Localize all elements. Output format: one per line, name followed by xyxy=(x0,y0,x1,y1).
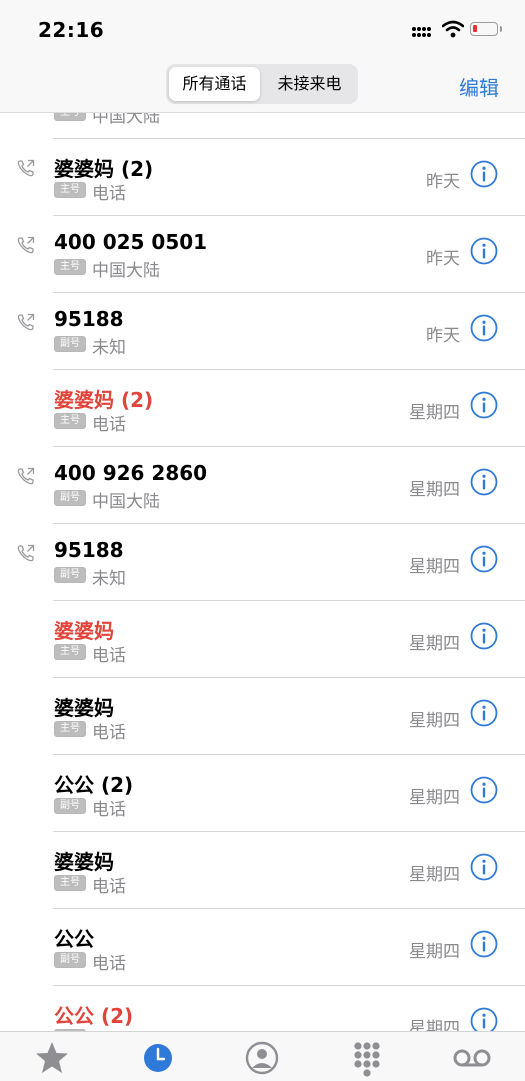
status-bar: 22:16 xyxy=(0,0,525,60)
outgoing-call-icon xyxy=(17,313,35,331)
call-row[interactable]: 400 926 2860 副号 中国大陆 星期四 xyxy=(0,447,525,524)
line-badge: 主号 xyxy=(54,644,86,660)
recents-clock-icon[interactable] xyxy=(138,1038,178,1078)
battery-level xyxy=(473,25,477,32)
list-item-partial[interactable]: 主号 中国大陆 xyxy=(0,113,525,139)
caller-name: 95188 xyxy=(54,538,124,562)
call-subtitle: 电话 xyxy=(92,184,126,204)
line-badge: 主号 xyxy=(54,182,86,198)
call-row[interactable]: 婆婆妈 主号 电话 星期四 xyxy=(0,601,525,678)
caller-name: 公公 xyxy=(54,927,94,951)
edit-button[interactable]: 编辑 xyxy=(459,72,499,101)
cellular-signal-icon xyxy=(412,26,432,40)
caller-name: 400 025 0501 xyxy=(54,230,208,254)
call-subtitle: 电话 xyxy=(92,954,126,974)
line-badge: 副号 xyxy=(54,567,86,583)
call-date: 昨天 xyxy=(426,249,460,269)
call-row[interactable]: 婆婆妈 主号 电话 星期四 xyxy=(0,678,525,755)
recents-list[interactable]: 主号 中国大陆 婆婆妈 (2)主号电话昨天400 025 0501主号中国大陆昨… xyxy=(0,113,525,1031)
call-filter-segmented-control: 所有通话 未接来电 xyxy=(166,64,358,104)
caller-name: 400 926 2860 xyxy=(54,461,208,485)
call-date: 昨天 xyxy=(426,172,460,192)
call-row[interactable]: 95188 副号 未知 星期四 xyxy=(0,524,525,601)
call-row[interactable]: 公公 副号 电话 星期四 xyxy=(0,909,525,986)
tab-bar xyxy=(0,1031,525,1081)
call-subtitle: 中国大陆 xyxy=(92,113,160,127)
info-icon[interactable] xyxy=(470,391,498,419)
call-row[interactable]: 95188 副号 未知 昨天 xyxy=(0,293,525,370)
call-subtitle: 未知 xyxy=(92,338,126,358)
call-subtitle: 电话 xyxy=(92,646,126,666)
call-date: 星期四 xyxy=(409,634,460,654)
info-icon[interactable] xyxy=(470,699,498,727)
contacts-person-icon[interactable] xyxy=(242,1038,282,1078)
line-badge: 主号 xyxy=(54,721,86,737)
caller-name: 婆婆妈 xyxy=(54,696,114,720)
info-icon[interactable] xyxy=(470,468,498,496)
caller-name: 95188 xyxy=(54,307,124,331)
info-icon[interactable] xyxy=(470,314,498,342)
info-icon[interactable] xyxy=(470,545,498,573)
outgoing-call-icon xyxy=(17,467,35,485)
outgoing-call-icon xyxy=(17,236,35,254)
call-date: 昨天 xyxy=(426,326,460,346)
info-icon[interactable] xyxy=(470,776,498,804)
call-subtitle: 电话 xyxy=(92,877,126,897)
caller-name: 婆婆妈 (2) xyxy=(54,157,154,181)
call-date: 星期四 xyxy=(409,865,460,885)
call-date: 星期四 xyxy=(409,788,460,808)
outgoing-call-icon xyxy=(17,159,35,177)
line-badge: 主号 xyxy=(54,875,86,891)
call-date: 星期四 xyxy=(409,711,460,731)
favorites-star-icon[interactable] xyxy=(32,1038,72,1078)
segment-missed-calls[interactable]: 未接来电 xyxy=(264,67,355,101)
info-icon[interactable] xyxy=(470,160,498,188)
battery-icon xyxy=(470,22,502,36)
info-icon[interactable] xyxy=(470,930,498,958)
caller-name: 公公 (2) xyxy=(54,773,134,797)
call-date: 星期四 xyxy=(409,480,460,500)
line-badge: 副号 xyxy=(54,490,86,506)
line-badge: 主号 xyxy=(54,259,86,275)
call-subtitle: 中国大陆 xyxy=(92,261,160,281)
line-badge: 主号 xyxy=(54,113,86,121)
call-subtitle: 电话 xyxy=(92,800,126,820)
outgoing-call-icon xyxy=(17,544,35,562)
call-row[interactable]: 婆婆妈 主号 电话 星期四 xyxy=(0,832,525,909)
line-badge: 主号 xyxy=(54,413,86,429)
voicemail-icon[interactable] xyxy=(452,1038,492,1078)
call-row[interactable]: 公公 (2) 星期四 xyxy=(0,986,525,1031)
call-date: 星期四 xyxy=(409,1019,460,1031)
caller-name: 婆婆妈 xyxy=(54,850,114,874)
status-time: 22:16 xyxy=(38,18,105,42)
segment-all-calls[interactable]: 所有通话 xyxy=(169,67,260,101)
line-badge: 副号 xyxy=(54,798,86,814)
call-row[interactable]: 婆婆妈 (2) 主号 电话 昨天 xyxy=(0,139,525,216)
call-subtitle: 中国大陆 xyxy=(92,492,160,512)
keypad-icon[interactable] xyxy=(347,1038,387,1078)
call-subtitle: 电话 xyxy=(92,723,126,743)
line-badge: 副号 xyxy=(54,336,86,352)
info-icon[interactable] xyxy=(470,853,498,881)
info-icon[interactable] xyxy=(470,237,498,265)
call-date: 星期四 xyxy=(409,942,460,962)
call-subtitle: 未知 xyxy=(92,569,126,589)
call-row[interactable]: 400 025 0501 主号 中国大陆 昨天 xyxy=(0,216,525,293)
caller-name: 婆婆妈 xyxy=(54,619,114,643)
info-icon[interactable] xyxy=(470,1007,498,1031)
call-subtitle: 电话 xyxy=(92,415,126,435)
line-badge: 副号 xyxy=(54,952,86,968)
caller-name: 公公 (2) xyxy=(54,1004,134,1028)
info-icon[interactable] xyxy=(470,622,498,650)
navigation-bar: 所有通话 未接来电 编辑 xyxy=(0,60,525,113)
call-date: 星期四 xyxy=(409,557,460,577)
call-row[interactable]: 婆婆妈 (2) 主号 电话 星期四 xyxy=(0,370,525,447)
call-row[interactable]: 公公 (2) 副号 电话 星期四 xyxy=(0,755,525,832)
caller-name: 婆婆妈 (2) xyxy=(54,388,154,412)
wifi-icon xyxy=(442,20,464,38)
call-date: 星期四 xyxy=(409,403,460,423)
